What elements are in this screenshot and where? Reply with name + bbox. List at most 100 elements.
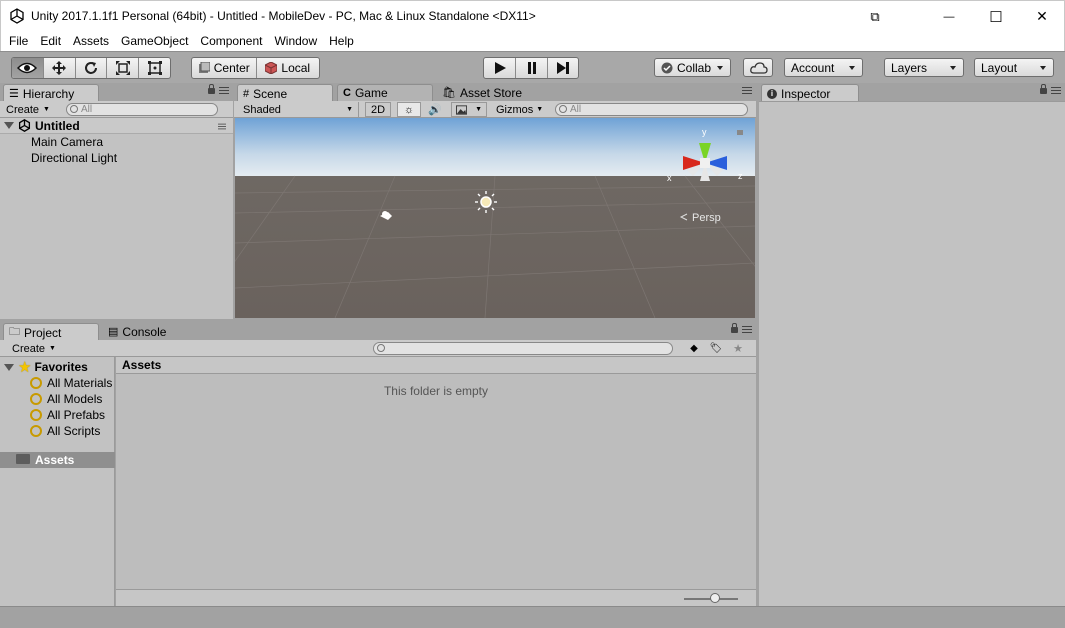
mode-2d-toggle[interactable]: 2D (365, 102, 391, 117)
hierarchy-create-button[interactable]: Create ▼ (2, 102, 54, 117)
favorite-all-materials[interactable]: All Materials (30, 375, 112, 391)
panel-menu-icon[interactable] (742, 326, 752, 333)
gizmo-center-cube[interactable] (700, 158, 710, 168)
inspector-panel: i Inspector (759, 83, 1065, 606)
tab-scene[interactable]: # Scene (237, 84, 333, 102)
move-tool-button[interactable] (44, 58, 76, 78)
hierarchy-panel: ☰ Hierarchy Create ▼ All Untitled Main C… (0, 83, 233, 319)
chevron-down-icon (717, 66, 723, 70)
maximize-button[interactable]: ☐ (973, 1, 1019, 32)
lighting-toggle[interactable]: ☼ (397, 102, 421, 117)
unity-logo-icon (10, 8, 24, 24)
step-button[interactable] (548, 58, 578, 78)
scene-name: Untitled (35, 118, 80, 133)
axis-y-label: y (702, 127, 707, 137)
project-create-button[interactable]: Create ▼ (8, 341, 60, 356)
scene-render[interactable]: y x z Persp (235, 118, 755, 318)
chevron-down-icon: ▼ (346, 106, 353, 113)
pivot-center-button[interactable]: Center (192, 58, 257, 78)
expand-triangle-icon[interactable] (4, 122, 14, 129)
close-button[interactable]: ✕ (1019, 1, 1065, 32)
view-tool-button[interactable] (12, 58, 44, 78)
search-by-type-button[interactable]: ◆ (684, 341, 704, 356)
sun-icon: ☼ (403, 103, 415, 116)
scene-search-input[interactable]: All (555, 103, 748, 116)
search-by-label-button[interactable]: 🏷 (706, 341, 726, 356)
collab-dropdown[interactable]: Collab (654, 58, 731, 77)
gizmo-lock-icon[interactable] (737, 130, 743, 135)
favorites-label: Favorites (34, 360, 88, 374)
pause-button[interactable] (516, 58, 548, 78)
menu-edit[interactable]: Edit (34, 34, 67, 48)
hierarchy-search-input[interactable]: All (66, 103, 218, 116)
menu-assets[interactable]: Assets (67, 34, 115, 48)
audio-toggle[interactable]: 🔊 (423, 102, 447, 117)
lock-icon[interactable] (731, 322, 738, 333)
cloud-button[interactable] (743, 58, 773, 77)
chevron-down-icon (950, 66, 956, 70)
panel-menu-icon[interactable] (1051, 87, 1061, 94)
project-footer (116, 589, 756, 606)
account-dropdown[interactable]: Account (784, 58, 863, 77)
scene-root-row[interactable]: Untitled (0, 118, 233, 134)
layout-dropdown[interactable]: Layout (974, 58, 1054, 77)
tab-game[interactable]: C Game (337, 84, 433, 101)
rotate-tool-button[interactable] (76, 58, 108, 78)
scene-menu-icon[interactable] (218, 123, 226, 130)
favorite-all-models[interactable]: All Models (30, 391, 102, 407)
tab-inspector[interactable]: i Inspector (761, 84, 859, 102)
collab-label: Collab (677, 60, 712, 75)
panel-menu-icon[interactable] (219, 87, 229, 94)
lock-icon[interactable] (208, 83, 215, 94)
breadcrumb-assets[interactable]: Assets (122, 358, 161, 372)
tab-hierarchy[interactable]: ☰ Hierarchy (3, 84, 99, 102)
console-icon: ▤ (108, 326, 119, 338)
hierarchy-item-main-camera[interactable]: Main Camera (31, 134, 103, 150)
hierarchy-item-label: Directional Light (31, 151, 118, 165)
restore-window-button[interactable]: ⧉ (852, 1, 898, 32)
lock-icon[interactable] (1040, 83, 1047, 94)
speaker-icon: 🔊 (428, 104, 442, 116)
panel-menu-icon[interactable] (742, 87, 752, 94)
play-button[interactable] (484, 58, 516, 78)
star-icon: ★ (733, 343, 743, 355)
scene-viewport[interactable]: y x z Persp (235, 118, 755, 318)
menu-file[interactable]: File (3, 34, 34, 48)
tab-project[interactable]: 🗀 Project (3, 323, 99, 341)
tab-game-label: Game (354, 86, 388, 100)
search-icon (30, 377, 42, 389)
search-icon (70, 105, 78, 113)
menu-window[interactable]: Window (268, 34, 323, 48)
menu-component[interactable]: Component (194, 34, 268, 48)
assets-folder-row[interactable]: Assets (0, 452, 115, 468)
scale-tool-button[interactable] (107, 58, 140, 78)
menu-help[interactable]: Help (323, 34, 360, 48)
icon-size-slider-thumb[interactable] (710, 593, 720, 603)
hierarchy-item-directional-light[interactable]: Directional Light (31, 150, 117, 166)
layers-dropdown[interactable]: Layers (884, 58, 964, 77)
expand-triangle-icon[interactable] (4, 363, 14, 371)
hierarchy-tabstrip: ☰ Hierarchy (0, 83, 233, 102)
favorite-all-scripts[interactable]: All Scripts (30, 423, 100, 439)
pivot-local-button[interactable]: Local (257, 58, 320, 78)
menu-gameobject[interactable]: GameObject (115, 34, 194, 48)
favorites-row[interactable]: ★ Favorites (0, 359, 88, 376)
pivot-center-icon (198, 62, 210, 73)
project-search-input[interactable] (373, 342, 673, 355)
panel-controls (742, 87, 752, 94)
menu-bar: File Edit Assets GameObject Component Wi… (0, 31, 1065, 51)
play-icon (494, 62, 506, 74)
chevron-down-icon: ▼ (475, 106, 482, 113)
save-search-button[interactable]: ★ (728, 341, 748, 356)
shading-mode-dropdown[interactable]: Shaded ▼ (239, 102, 359, 117)
favorite-all-prefabs[interactable]: All Prefabs (30, 407, 105, 423)
transform-tools (11, 57, 171, 79)
effects-dropdown[interactable]: ▼ (451, 102, 487, 117)
gizmos-dropdown[interactable]: Gizmos ▼ (492, 102, 547, 117)
tab-console[interactable]: ▤ Console (103, 323, 199, 340)
tab-hierarchy-label: Hierarchy (22, 86, 75, 101)
tab-asset-store[interactable]: 🛍 Asset Store (437, 84, 533, 101)
eye-icon (17, 62, 38, 74)
rect-tool-button[interactable] (139, 58, 170, 78)
minimize-button[interactable]: — (926, 1, 972, 32)
